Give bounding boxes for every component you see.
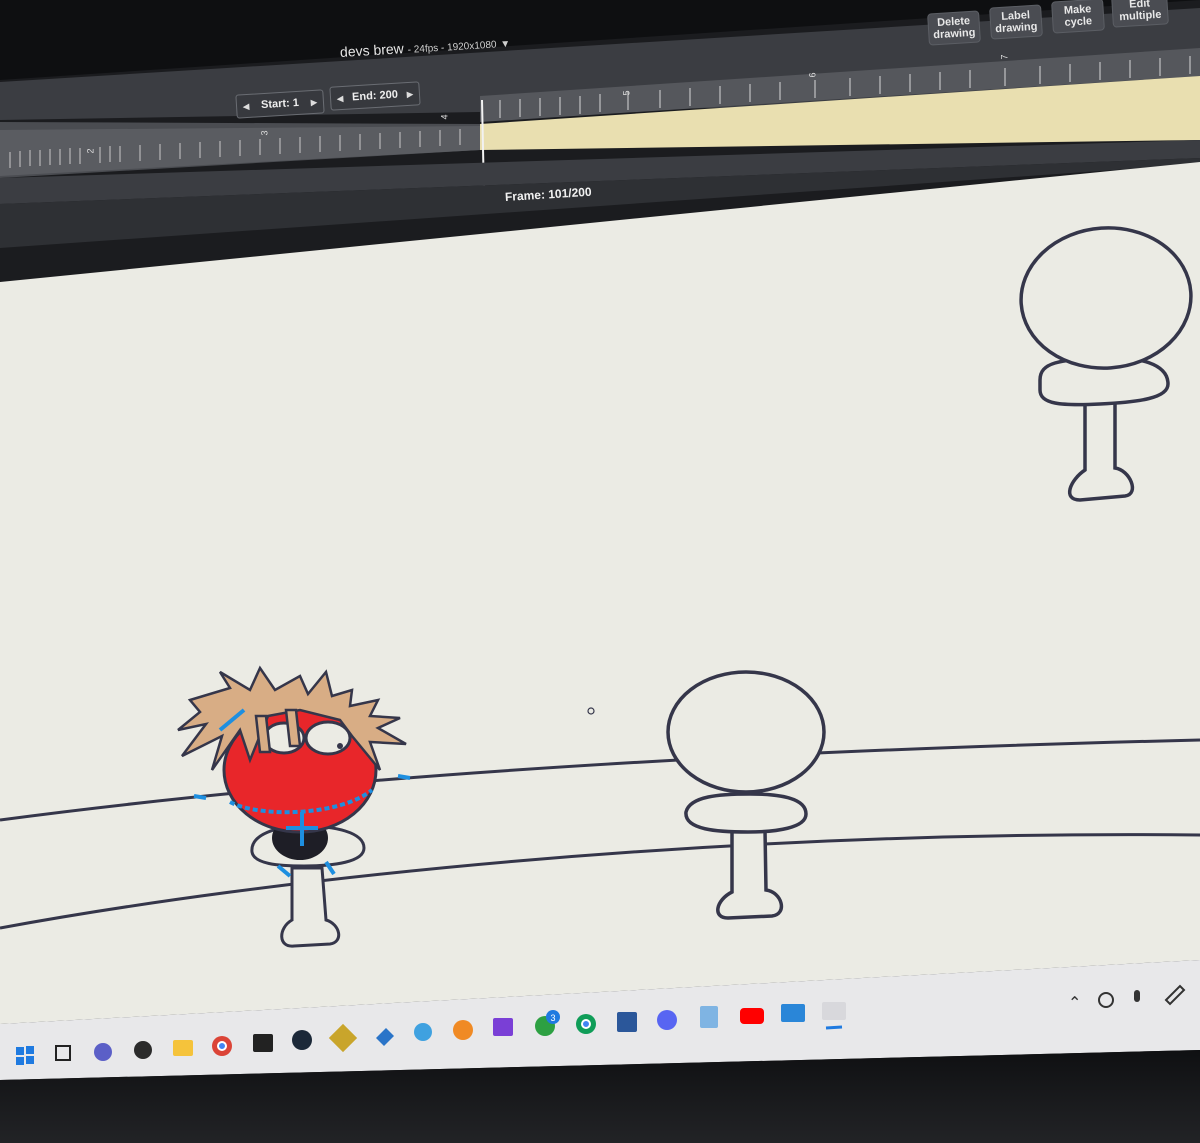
end-frame-label: End: 200 [351, 88, 399, 104]
label-drawing-button[interactable]: Label drawing [989, 4, 1043, 40]
delete-drawing-label: Delete drawing [932, 15, 976, 42]
chevron-down-icon[interactable]: ▼ [500, 39, 511, 51]
delete-drawing-button[interactable]: Delete drawing [927, 10, 981, 46]
ruler-number: 5 [621, 90, 632, 96]
edit-multiple-button[interactable]: Edit multiple [1111, 0, 1169, 28]
chevron-right-icon[interactable]: ▶ [406, 89, 413, 98]
chevron-left-icon[interactable]: ◀ [243, 101, 250, 110]
ruler-number: 2 [85, 148, 96, 154]
chevron-right-icon[interactable]: ▶ [311, 97, 318, 106]
start-frame-label: Start: 1 [260, 96, 300, 112]
edit-multiple-label: Edit multiple [1118, 0, 1162, 24]
make-cycle-button[interactable]: Make cycle [1051, 0, 1105, 34]
ruler-number: 7 [999, 54, 1010, 60]
chevron-left-icon[interactable]: ◀ [337, 93, 344, 102]
make-cycle-label: Make cycle [1063, 3, 1093, 29]
ruler-number: 4 [439, 114, 450, 120]
label-drawing-label: Label drawing [994, 9, 1038, 36]
ruler-number: 6 [807, 72, 818, 78]
screen: Delete drawing Label drawing Make cycle … [0, 0, 1200, 1143]
ruler-number: 3 [259, 130, 270, 136]
